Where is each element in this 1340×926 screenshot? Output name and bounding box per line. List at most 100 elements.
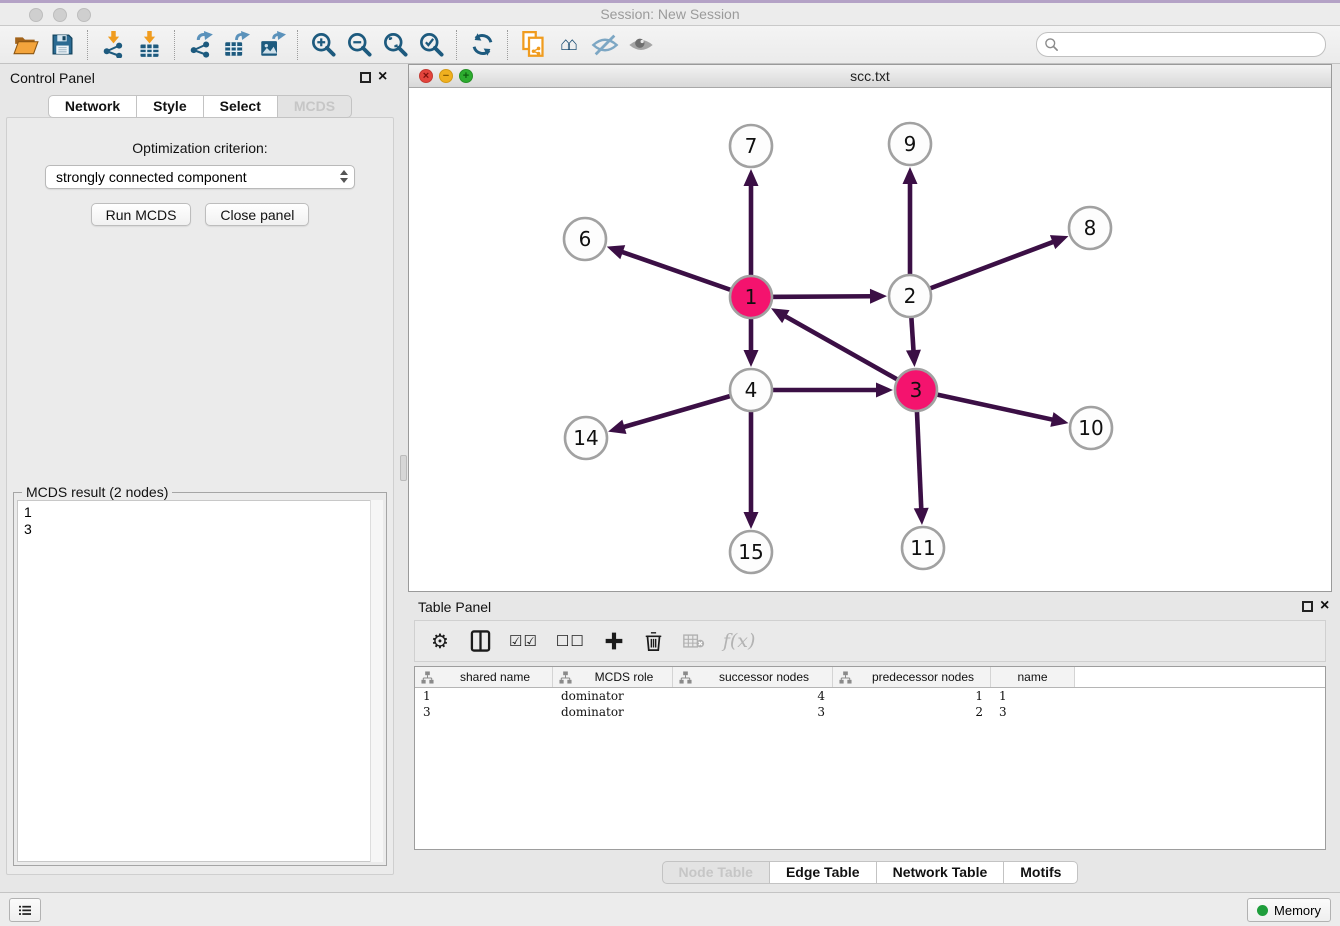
column-header-name[interactable]: name: [991, 667, 1075, 687]
network-window-titlebar: × − + scc.txt: [409, 65, 1331, 88]
toolbar-separator: [87, 30, 88, 60]
tab-edge-table[interactable]: Edge Table: [770, 861, 877, 884]
deselect-all-checkboxes-icon[interactable]: ☐☐: [556, 626, 585, 656]
network-close-button[interactable]: ×: [419, 69, 433, 83]
tab-motifs[interactable]: Motifs: [1004, 861, 1078, 884]
table-tabs: Node Table Edge Table Network Table Moti…: [408, 861, 1332, 884]
zoom-in-icon[interactable]: [305, 29, 341, 61]
status-bar: Memory: [0, 892, 1340, 926]
toolbar-separator: [297, 30, 298, 60]
window-title: Session: New Session: [0, 3, 1340, 25]
graph-edge-3-1: [784, 316, 916, 390]
hide-preview-icon[interactable]: [587, 29, 623, 61]
zoom-selected-icon[interactable]: [413, 29, 449, 61]
graph-arrowhead: [744, 169, 759, 186]
network-minimize-button[interactable]: −: [439, 69, 453, 83]
open-session-icon[interactable]: [8, 29, 44, 61]
column-header-successor-nodes[interactable]: successor nodes: [673, 667, 833, 687]
column-type-icon: [559, 671, 572, 684]
tab-network[interactable]: Network: [48, 95, 137, 118]
column-header-mcds-role[interactable]: MCDS role: [553, 667, 673, 687]
table-row: 1 dominator 4 1 1: [415, 688, 1325, 704]
tab-network-table[interactable]: Network Table: [877, 861, 1005, 884]
close-window-button[interactable]: [29, 8, 43, 22]
table-close-panel-icon[interactable]: ×: [1320, 597, 1329, 615]
select-all-checkboxes-icon[interactable]: ☑☑: [509, 626, 538, 656]
table-toolbar: ⚙ ☑☑ ☐☐ f(x): [414, 620, 1326, 662]
cell-shared-name[interactable]: 1: [415, 688, 553, 704]
export-image-icon[interactable]: [254, 29, 290, 61]
export-table-icon[interactable]: [218, 29, 254, 61]
tab-style[interactable]: Style: [137, 95, 203, 118]
select-stepper-icon: [340, 170, 348, 183]
mcds-panel: Optimization criterion: strongly connect…: [6, 117, 394, 875]
network-zoom-button[interactable]: +: [459, 69, 473, 83]
cell-name[interactable]: 3: [991, 704, 1075, 720]
delete-table-icon[interactable]: [683, 626, 705, 656]
minimize-window-button[interactable]: [53, 8, 67, 22]
control-panel-header: Control Panel ×: [0, 64, 400, 92]
cell-shared-name[interactable]: 3: [415, 704, 553, 720]
optimization-criterion-label: Optimization criterion:: [7, 140, 393, 156]
cell-name[interactable]: 1: [991, 688, 1075, 704]
zoom-window-button[interactable]: [77, 8, 91, 22]
function-builder-icon[interactable]: f(x): [723, 626, 756, 656]
mcds-result-text[interactable]: 13: [17, 500, 383, 862]
toolbar-separator: [456, 30, 457, 60]
table-settings-icon[interactable]: ⚙: [429, 626, 451, 656]
node-table: shared name MCDS role successor nodes pr…: [414, 666, 1326, 850]
cell-successor-nodes[interactable]: 3: [673, 704, 833, 720]
tab-select[interactable]: Select: [204, 95, 278, 118]
graph-arrowhead: [608, 420, 626, 434]
duplicate-network-icon[interactable]: [515, 29, 551, 61]
result-scrollbar[interactable]: [370, 500, 383, 862]
graph-arrowhead: [906, 350, 921, 367]
optimization-criterion-select[interactable]: strongly connected component: [45, 165, 355, 189]
cell-mcds-role[interactable]: dominator: [553, 688, 673, 704]
export-network-icon[interactable]: [182, 29, 218, 61]
column-header-predecessor-nodes[interactable]: predecessor nodes: [833, 667, 991, 687]
graph-arrowhead: [876, 383, 893, 398]
column-header-shared-name[interactable]: shared name: [415, 667, 553, 687]
graph-arrowhead: [1050, 235, 1069, 249]
control-panel: Control Panel × Network Style Select MCD…: [0, 64, 400, 880]
run-mcds-button[interactable]: Run MCDS: [91, 203, 192, 226]
close-panel-button[interactable]: Close panel: [205, 203, 309, 226]
graph-node-label: 3: [910, 378, 923, 402]
cell-mcds-role[interactable]: dominator: [553, 704, 673, 720]
splitter-grip[interactable]: [400, 455, 407, 481]
save-session-icon[interactable]: [44, 29, 80, 61]
graph-node-label: 9: [904, 132, 917, 156]
cell-predecessor-nodes[interactable]: 1: [833, 688, 991, 704]
show-preview-icon[interactable]: [623, 29, 659, 61]
cell-successor-nodes[interactable]: 4: [673, 688, 833, 704]
import-table-icon[interactable]: [131, 29, 167, 61]
table-float-panel-icon[interactable]: [1302, 601, 1313, 612]
graph-arrowhead: [607, 245, 626, 259]
home-icon[interactable]: ⌂⌂: [551, 29, 587, 61]
network-canvas[interactable]: 7968124314101511: [409, 88, 1331, 591]
network-window-title: scc.txt: [409, 65, 1331, 87]
memory-button[interactable]: Memory: [1247, 898, 1331, 922]
tab-node-table[interactable]: Node Table: [662, 861, 770, 884]
search-icon: [1044, 37, 1059, 52]
delete-column-icon[interactable]: [643, 626, 665, 656]
network-graph: 7968124314101511: [409, 88, 1331, 591]
search-input[interactable]: [1036, 32, 1326, 57]
cell-predecessor-nodes[interactable]: 2: [833, 704, 991, 720]
graph-node-label: 2: [904, 284, 917, 308]
refresh-layout-icon[interactable]: [464, 29, 500, 61]
tab-mcds[interactable]: MCDS: [278, 95, 352, 118]
import-network-icon[interactable]: [95, 29, 131, 61]
add-column-icon[interactable]: [603, 626, 625, 656]
zoom-out-icon[interactable]: [341, 29, 377, 61]
control-panel-title: Control Panel: [10, 70, 95, 86]
float-panel-icon[interactable]: [360, 72, 371, 83]
graph-node-label: 1: [745, 285, 758, 309]
column-type-icon: [679, 671, 692, 684]
show-task-history-button[interactable]: [9, 898, 41, 922]
column-panel-icon[interactable]: [469, 626, 491, 656]
graph-arrowhead: [744, 512, 759, 529]
zoom-fit-icon[interactable]: [377, 29, 413, 61]
close-panel-icon[interactable]: ×: [378, 68, 387, 86]
